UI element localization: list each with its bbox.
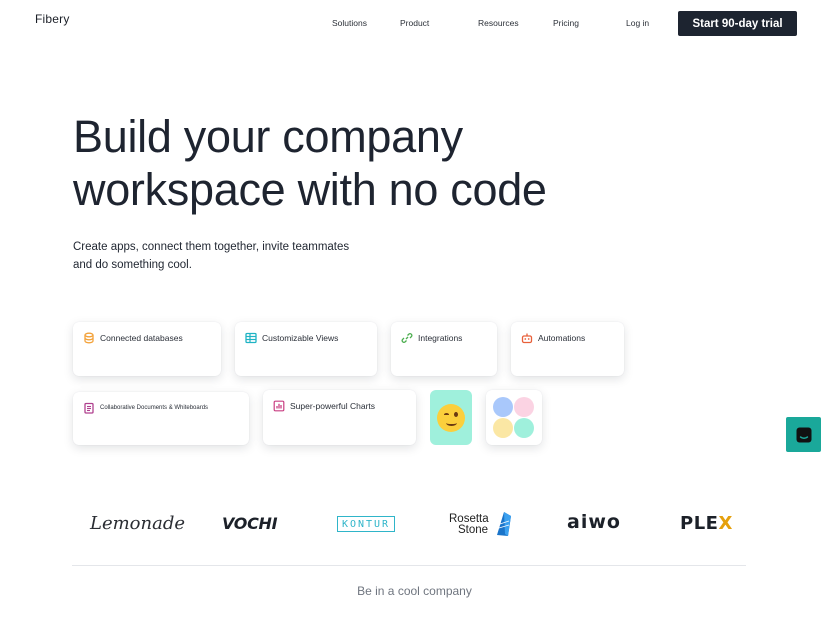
feature-card-collaborative-documents[interactable]: Collaborative Documents & Whiteboards	[73, 392, 249, 445]
feature-label: Integrations	[418, 333, 463, 343]
hero-title-line-2: workspace with no code	[73, 164, 547, 215]
feature-card-integrations[interactable]: Integrations	[391, 322, 497, 376]
rosetta-stone-mark-icon	[497, 512, 511, 536]
chat-icon	[796, 427, 811, 442]
rosetta-stone-logo: Rosetta Stone	[449, 513, 489, 536]
plex-logo: PLEX	[680, 513, 733, 534]
lemonade-logo: Lemonade	[90, 513, 186, 534]
feature-card-automations[interactable]: Automations	[511, 322, 624, 376]
teal-dot	[514, 418, 534, 438]
winking-face-icon	[437, 403, 465, 432]
stone-word: Stone	[458, 524, 489, 536]
nav-pricing[interactable]: Pricing	[553, 18, 579, 28]
hero-title: Build your company workspace with no cod…	[73, 110, 633, 216]
pink-dot	[514, 397, 534, 417]
nav-product[interactable]: Product	[400, 18, 429, 28]
vochi-logo: VOCHI	[222, 514, 278, 533]
robot-icon	[521, 333, 533, 344]
hero-subtitle-line-1: Create apps, connect them together, invi…	[73, 241, 350, 253]
divider	[72, 565, 746, 566]
kontur-logo: KONTUR	[337, 516, 395, 532]
table-icon	[245, 332, 257, 344]
chart-icon	[273, 400, 285, 412]
feature-label: Super-powerful Charts	[290, 401, 376, 411]
nav-solutions[interactable]: Solutions	[332, 18, 367, 28]
chat-widget-button[interactable]	[786, 417, 821, 452]
nav-resources[interactable]: Resources	[478, 18, 519, 28]
feature-label: Customizable Views	[262, 333, 339, 343]
link-icon	[401, 333, 413, 343]
login-link[interactable]: Log in	[626, 18, 649, 28]
fibery-logo[interactable]: Fibery	[35, 12, 70, 26]
feature-label: Connected databases	[100, 333, 183, 343]
hero-subtitle: Create apps, connect them together, invi…	[73, 238, 373, 274]
tagline: Be in a cool company	[357, 584, 472, 598]
document-icon	[84, 402, 94, 414]
hero-title-line-1: Build your company	[73, 111, 463, 162]
database-icon	[84, 332, 94, 344]
blue-dot	[493, 397, 513, 417]
plex-x: X	[718, 513, 733, 534]
feature-card-connected-databases[interactable]: Connected databases	[73, 322, 221, 376]
hero-subtitle-line-2: and do something cool.	[73, 259, 192, 271]
feature-card-customizable-views[interactable]: Customizable Views	[235, 322, 377, 376]
feature-label: Collaborative Documents & Whiteboards	[100, 405, 209, 411]
emoji-tile	[430, 390, 472, 445]
color-dots-tile	[486, 390, 542, 445]
feature-label: Automations	[538, 333, 586, 343]
aiwo-logo: aiwo	[567, 511, 621, 533]
start-trial-button[interactable]: Start 90-day trial	[678, 11, 797, 36]
yellow-dot	[493, 418, 513, 438]
feature-card-charts[interactable]: Super-powerful Charts	[263, 390, 416, 445]
plex-letters: PLE	[680, 513, 719, 534]
